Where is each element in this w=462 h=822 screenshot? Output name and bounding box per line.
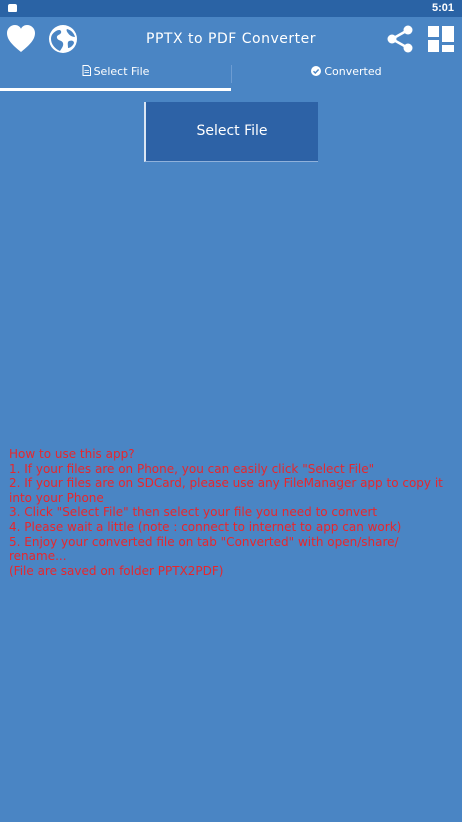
check-circle-icon bbox=[311, 64, 322, 82]
status-time: 5:01 bbox=[431, 2, 454, 14]
tab-bar: Select File Converted bbox=[0, 63, 462, 91]
tab-select-file-label: Select File bbox=[93, 65, 150, 78]
app-bar: PPTX to PDF Converter bbox=[0, 17, 462, 63]
instruction-line: 1. If your files are on Phone, you can e… bbox=[9, 461, 375, 476]
apps-grid-icon[interactable] bbox=[425, 23, 457, 55]
file-icon bbox=[82, 64, 91, 82]
tab-converted-label: Converted bbox=[324, 65, 382, 78]
instruction-line: 2. If your files are on SDCard, please u… bbox=[9, 476, 447, 505]
instruction-line: 5. Enjoy your converted file on tab "Con… bbox=[9, 534, 403, 564]
select-file-button[interactable]: Select File bbox=[144, 102, 318, 162]
notification-icon bbox=[8, 4, 17, 12]
instruction-line: (File are saved on folder PPTX2PDF) bbox=[9, 563, 224, 578]
status-bar: 5:01 bbox=[0, 0, 462, 17]
tab-indicator bbox=[0, 88, 231, 91]
instruction-line: 4. Please wait a little (note : connect … bbox=[9, 519, 402, 534]
instructions: How to use this app? 1. If your files ar… bbox=[9, 447, 459, 578]
instruction-line: How to use this app? bbox=[9, 447, 135, 461]
instruction-line: 3. Click "Select File" then select your … bbox=[9, 505, 378, 520]
tab-converted[interactable]: Converted bbox=[231, 63, 462, 91]
tab-select-file[interactable]: Select File bbox=[0, 63, 231, 91]
share-icon[interactable] bbox=[384, 23, 416, 55]
